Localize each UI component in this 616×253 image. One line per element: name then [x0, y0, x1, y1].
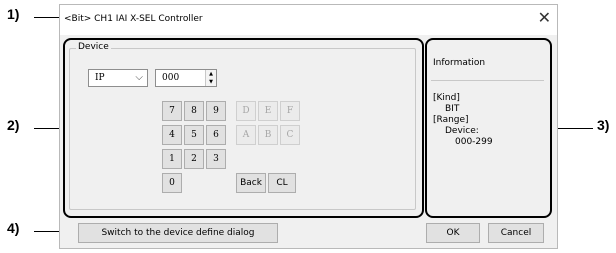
- device-address-value: 000: [162, 73, 180, 83]
- title-bar: <Bit> CH1 IAI X-SEL Controller ✕: [60, 5, 557, 35]
- information-panel: Information [Kind] BIT [Range] Device: 0…: [425, 38, 552, 218]
- device-type-value: IP: [95, 73, 105, 83]
- device-group: Device IP ⌵ 000 ▲ ▼ 7 8 9 D E F 4 5 6 A: [69, 42, 416, 210]
- key-6[interactable]: 6: [206, 125, 226, 145]
- key-5[interactable]: 5: [184, 125, 204, 145]
- key-e[interactable]: E: [258, 101, 278, 121]
- information-divider: [431, 80, 544, 81]
- chevron-down-icon: ⌵: [135, 72, 143, 83]
- key-2[interactable]: 2: [184, 149, 204, 169]
- key-1[interactable]: 1: [162, 149, 182, 169]
- cancel-button[interactable]: Cancel: [488, 223, 544, 243]
- back-button[interactable]: Back: [236, 173, 266, 193]
- device-type-dropdown[interactable]: IP ⌵: [88, 69, 148, 87]
- device-group-label: Device: [76, 42, 111, 52]
- key-4[interactable]: 4: [162, 125, 182, 145]
- dialog-title: <Bit> CH1 IAI X-SEL Controller: [64, 14, 203, 24]
- address-spinner[interactable]: ▲ ▼: [205, 70, 216, 86]
- range-label: [Range]: [433, 115, 469, 125]
- key-9[interactable]: 9: [206, 101, 226, 121]
- switch-device-define-button[interactable]: Switch to the device define dialog: [78, 223, 278, 243]
- key-0[interactable]: 0: [162, 173, 182, 193]
- key-f[interactable]: F: [280, 101, 300, 121]
- device-address-field[interactable]: 000 ▲ ▼: [155, 69, 217, 87]
- device-panel: Device IP ⌵ 000 ▲ ▼ 7 8 9 D E F 4 5 6 A: [63, 38, 424, 218]
- key-3[interactable]: 3: [206, 149, 226, 169]
- spin-up-icon[interactable]: ▲: [206, 70, 216, 78]
- key-c[interactable]: C: [280, 125, 300, 145]
- key-b[interactable]: B: [258, 125, 278, 145]
- callout-4: 4): [7, 220, 20, 236]
- callout-3: 3): [597, 117, 610, 133]
- information-title: Information: [433, 58, 486, 68]
- key-a[interactable]: A: [236, 125, 256, 145]
- clear-button[interactable]: CL: [268, 173, 296, 193]
- spin-down-icon[interactable]: ▼: [206, 78, 216, 86]
- key-d[interactable]: D: [236, 101, 256, 121]
- device-setting-dialog: <Bit> CH1 IAI X-SEL Controller ✕ Device …: [59, 4, 558, 249]
- key-8[interactable]: 8: [184, 101, 204, 121]
- ok-button[interactable]: OK: [426, 223, 480, 243]
- key-7[interactable]: 7: [162, 101, 182, 121]
- range-value: 000-299: [455, 137, 493, 147]
- close-icon[interactable]: ✕: [538, 10, 551, 26]
- callout-2: 2): [7, 117, 20, 133]
- kind-label: [Kind]: [433, 93, 460, 103]
- leader-line-1: [34, 17, 62, 18]
- range-device-label: Device:: [445, 126, 479, 136]
- callout-1: 1): [7, 6, 20, 22]
- kind-value: BIT: [445, 104, 460, 114]
